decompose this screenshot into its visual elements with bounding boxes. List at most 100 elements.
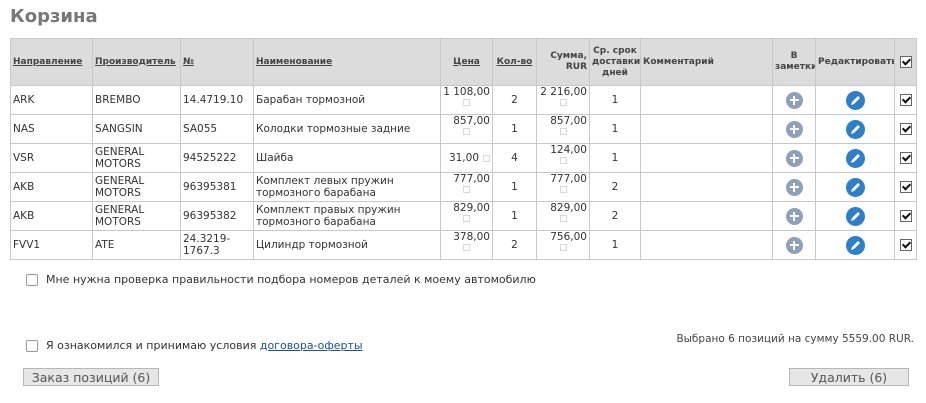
cell-select bbox=[894, 230, 917, 260]
sum-value: 2 216,00 bbox=[540, 86, 587, 99]
price-marker bbox=[463, 128, 470, 135]
row-checkbox[interactable] bbox=[899, 239, 912, 251]
order-button[interactable]: Заказ позиций (6) bbox=[23, 368, 159, 386]
cell-price: 1 108,00 bbox=[440, 85, 493, 115]
verify-checkbox[interactable] bbox=[26, 274, 38, 286]
sum-value: 829,00 bbox=[550, 202, 587, 215]
cell-price: 829,00 bbox=[440, 201, 493, 231]
sum-marker bbox=[559, 157, 567, 164]
accept-checkbox[interactable] bbox=[26, 340, 38, 352]
cell-direction: NAS bbox=[10, 114, 93, 144]
col-select-all[interactable] bbox=[894, 38, 917, 86]
price-value: 1 108,00 bbox=[443, 86, 490, 99]
row-checkbox[interactable] bbox=[899, 181, 912, 193]
pencil-icon[interactable] bbox=[845, 206, 865, 226]
pencil-icon[interactable] bbox=[845, 148, 865, 168]
cell-comment[interactable] bbox=[640, 114, 773, 144]
verify-option[interactable]: Мне нужна проверка правильности подбора … bbox=[26, 273, 536, 286]
cell-sum: 756,00 bbox=[536, 230, 590, 260]
add-to-notes-icon[interactable] bbox=[785, 120, 803, 138]
col-comment: Комментарий bbox=[640, 38, 773, 86]
cell-sum: 2 216,00 bbox=[536, 85, 590, 115]
cell-name: Цилиндр тормозной bbox=[253, 230, 441, 260]
pencil-icon[interactable] bbox=[845, 90, 865, 110]
cell-comment[interactable] bbox=[640, 172, 773, 202]
cell-select bbox=[894, 114, 917, 144]
price-value: 378,00 bbox=[453, 231, 490, 244]
col-delivery: Ср. срок доставки, дней bbox=[589, 38, 641, 86]
col-notes: В заметки bbox=[772, 38, 816, 86]
cell-qty: 1 bbox=[492, 114, 537, 144]
cell-notes bbox=[772, 172, 816, 202]
col-price[interactable]: Цена bbox=[440, 38, 493, 86]
cell-edit bbox=[815, 85, 895, 115]
cell-number: SA055 bbox=[180, 114, 254, 144]
select-all-checkbox[interactable] bbox=[899, 55, 912, 68]
price-marker bbox=[463, 186, 470, 193]
offer-agreement-link[interactable]: договора-оферты bbox=[260, 339, 363, 352]
add-to-notes-icon[interactable] bbox=[785, 149, 803, 167]
cell-qty: 4 bbox=[492, 143, 537, 173]
col-name[interactable]: Наименование bbox=[253, 38, 441, 86]
col-number[interactable]: № bbox=[180, 38, 254, 86]
price-marker bbox=[463, 244, 470, 251]
pencil-icon[interactable] bbox=[845, 235, 865, 255]
cell-direction: AKB bbox=[10, 172, 93, 202]
price-marker bbox=[463, 215, 470, 222]
add-to-notes-icon[interactable] bbox=[785, 178, 803, 196]
cell-edit bbox=[815, 230, 895, 260]
sum-value: 124,00 bbox=[550, 144, 587, 157]
price-value: 857,00 bbox=[453, 115, 490, 128]
cell-maker: GENERAL MOTORS bbox=[92, 201, 181, 231]
cell-number: 94525222 bbox=[180, 143, 254, 173]
col-maker[interactable]: Производитель bbox=[92, 38, 181, 86]
cell-maker: SANGSIN bbox=[92, 114, 181, 144]
cell-edit bbox=[815, 172, 895, 202]
cell-sum: 777,00 bbox=[536, 172, 590, 202]
col-qty[interactable]: Кол-во bbox=[492, 38, 537, 86]
cell-notes bbox=[772, 114, 816, 144]
cell-comment[interactable] bbox=[640, 230, 773, 260]
table-header-row: Направление Производитель № Наименование… bbox=[10, 38, 917, 86]
sum-marker bbox=[559, 215, 567, 222]
col-direction[interactable]: Направление bbox=[10, 38, 93, 86]
row-checkbox[interactable] bbox=[899, 152, 912, 164]
row-checkbox[interactable] bbox=[899, 210, 912, 222]
price-value: 31,00 bbox=[448, 152, 479, 164]
cell-notes bbox=[772, 201, 816, 231]
cell-comment[interactable] bbox=[640, 143, 773, 173]
cell-direction: FVV1 bbox=[10, 230, 93, 260]
cart-table: Направление Производитель № Наименование… bbox=[10, 38, 917, 260]
cell-number: 24.3219-1767.3 bbox=[180, 230, 254, 260]
selection-summary: Выбрано 6 позиций на сумму 5559.00 RUR. bbox=[676, 333, 914, 345]
pencil-icon[interactable] bbox=[845, 177, 865, 197]
cell-direction: VSR bbox=[10, 143, 93, 173]
price-value: 829,00 bbox=[453, 202, 490, 215]
row-checkbox[interactable] bbox=[899, 123, 912, 135]
cell-comment[interactable] bbox=[640, 85, 773, 115]
cell-sum: 124,00 bbox=[536, 143, 590, 173]
cell-notes bbox=[772, 143, 816, 173]
add-to-notes-icon[interactable] bbox=[785, 236, 803, 254]
col-sum: Сумма, RUR bbox=[536, 38, 590, 86]
add-to-notes-icon[interactable] bbox=[785, 207, 803, 225]
sum-marker bbox=[559, 99, 567, 106]
cell-name: Комплект левых пружин тормозного барабан… bbox=[253, 172, 441, 202]
col-edit: Редактировать bbox=[815, 38, 895, 86]
cell-number: 96395381 bbox=[180, 172, 254, 202]
cell-comment[interactable] bbox=[640, 201, 773, 231]
cell-delivery: 1 bbox=[589, 85, 641, 115]
price-marker bbox=[483, 154, 490, 162]
add-to-notes-icon[interactable] bbox=[785, 91, 803, 109]
row-checkbox[interactable] bbox=[899, 94, 912, 106]
page-title: Корзина bbox=[10, 6, 98, 27]
cell-sum: 857,00 bbox=[536, 114, 590, 144]
delete-button[interactable]: Удалить (6) bbox=[789, 368, 909, 386]
sum-value: 857,00 bbox=[550, 115, 587, 128]
pencil-icon[interactable] bbox=[845, 119, 865, 139]
cell-select bbox=[894, 172, 917, 202]
cell-number: 14.4719.10 bbox=[180, 85, 254, 115]
accept-option[interactable]: Я ознакомился и принимаю условия договор… bbox=[26, 339, 363, 352]
sum-marker bbox=[559, 244, 567, 251]
cell-name: Колодки тормозные задние bbox=[253, 114, 441, 144]
